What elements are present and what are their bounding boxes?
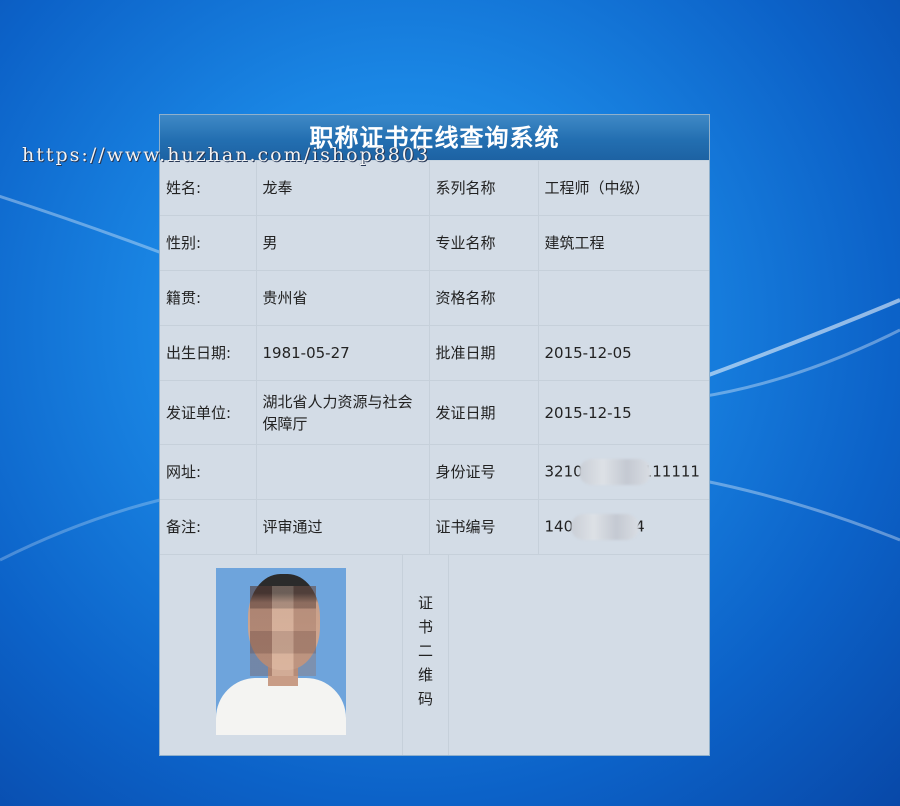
label-id-number: 身份证号 [429,444,539,500]
value-issue-date: 2015-12-15 [538,380,709,445]
label-series: 系列名称 [429,161,539,216]
redaction-blur [571,514,640,540]
qr-code-label: 证书二维码 [416,595,434,715]
certificate-card: 职称证书在线查询系统 姓名: 龙奉 系列名称 工程师（中级） 性别: 男 专业名… [159,114,710,756]
label-approval-date: 批准日期 [429,325,539,381]
table-row: 出生日期: 1981-05-27 批准日期 2015-12-05 [160,325,709,381]
label-gender: 性别: [160,215,257,271]
value-remark: 评审通过 [256,499,430,555]
redaction-blur [578,459,651,485]
label-name: 姓名: [160,161,257,216]
label-website: 网址: [160,444,257,500]
info-table: 姓名: 龙奉 系列名称 工程师（中级） 性别: 男 专业名称 建筑工程 籍贯: … [160,161,709,555]
label-issuer: 发证单位: [160,380,257,445]
person-photo [216,568,346,735]
watermark-url: https://www.huzhan.com/ishop8803 [22,144,431,166]
table-row: 网址: 身份证号 3210 111111 [160,444,709,500]
table-row: 姓名: 龙奉 系列名称 工程师（中级） [160,161,709,216]
table-row: 备注: 评审通过 证书编号 140 4 [160,499,709,555]
value-gender: 男 [256,215,430,271]
value-major: 建筑工程 [538,215,709,271]
value-qualification [538,270,709,326]
value-approval-date: 2015-12-05 [538,325,709,381]
id-number-prefix: 3210 [544,462,583,481]
qr-code-area [449,555,709,755]
label-native-place: 籍贯: [160,270,257,326]
value-id-number: 3210 111111 [538,444,709,500]
table-row: 性别: 男 专业名称 建筑工程 [160,215,709,271]
label-major: 专业名称 [429,215,539,271]
value-issuer: 湖北省人力资源与社会保障厅 [256,380,430,445]
qr-label-cell: 证书二维码 [403,555,449,755]
label-issue-date: 发证日期 [429,380,539,445]
value-website [256,444,430,500]
id-number-suffix: 111111 [642,462,700,481]
table-row: 发证单位: 湖北省人力资源与社会保障厅 发证日期 2015-12-15 [160,380,709,445]
value-series: 工程师（中级） [538,161,709,216]
label-birthdate: 出生日期: [160,325,257,381]
photo-qr-section: 证书二维码 [160,555,709,755]
value-birthdate: 1981-05-27 [256,325,430,381]
certificate-number-prefix: 140 [544,517,574,536]
photo-cell [160,555,403,755]
label-qualification: 资格名称 [429,270,539,326]
value-certificate-number: 140 4 [538,499,709,555]
table-row: 籍贯: 贵州省 资格名称 [160,270,709,326]
value-name: 龙奉 [256,161,430,216]
label-remark: 备注: [160,499,257,555]
value-native-place: 贵州省 [256,270,430,326]
label-certificate-number: 证书编号 [429,499,539,555]
